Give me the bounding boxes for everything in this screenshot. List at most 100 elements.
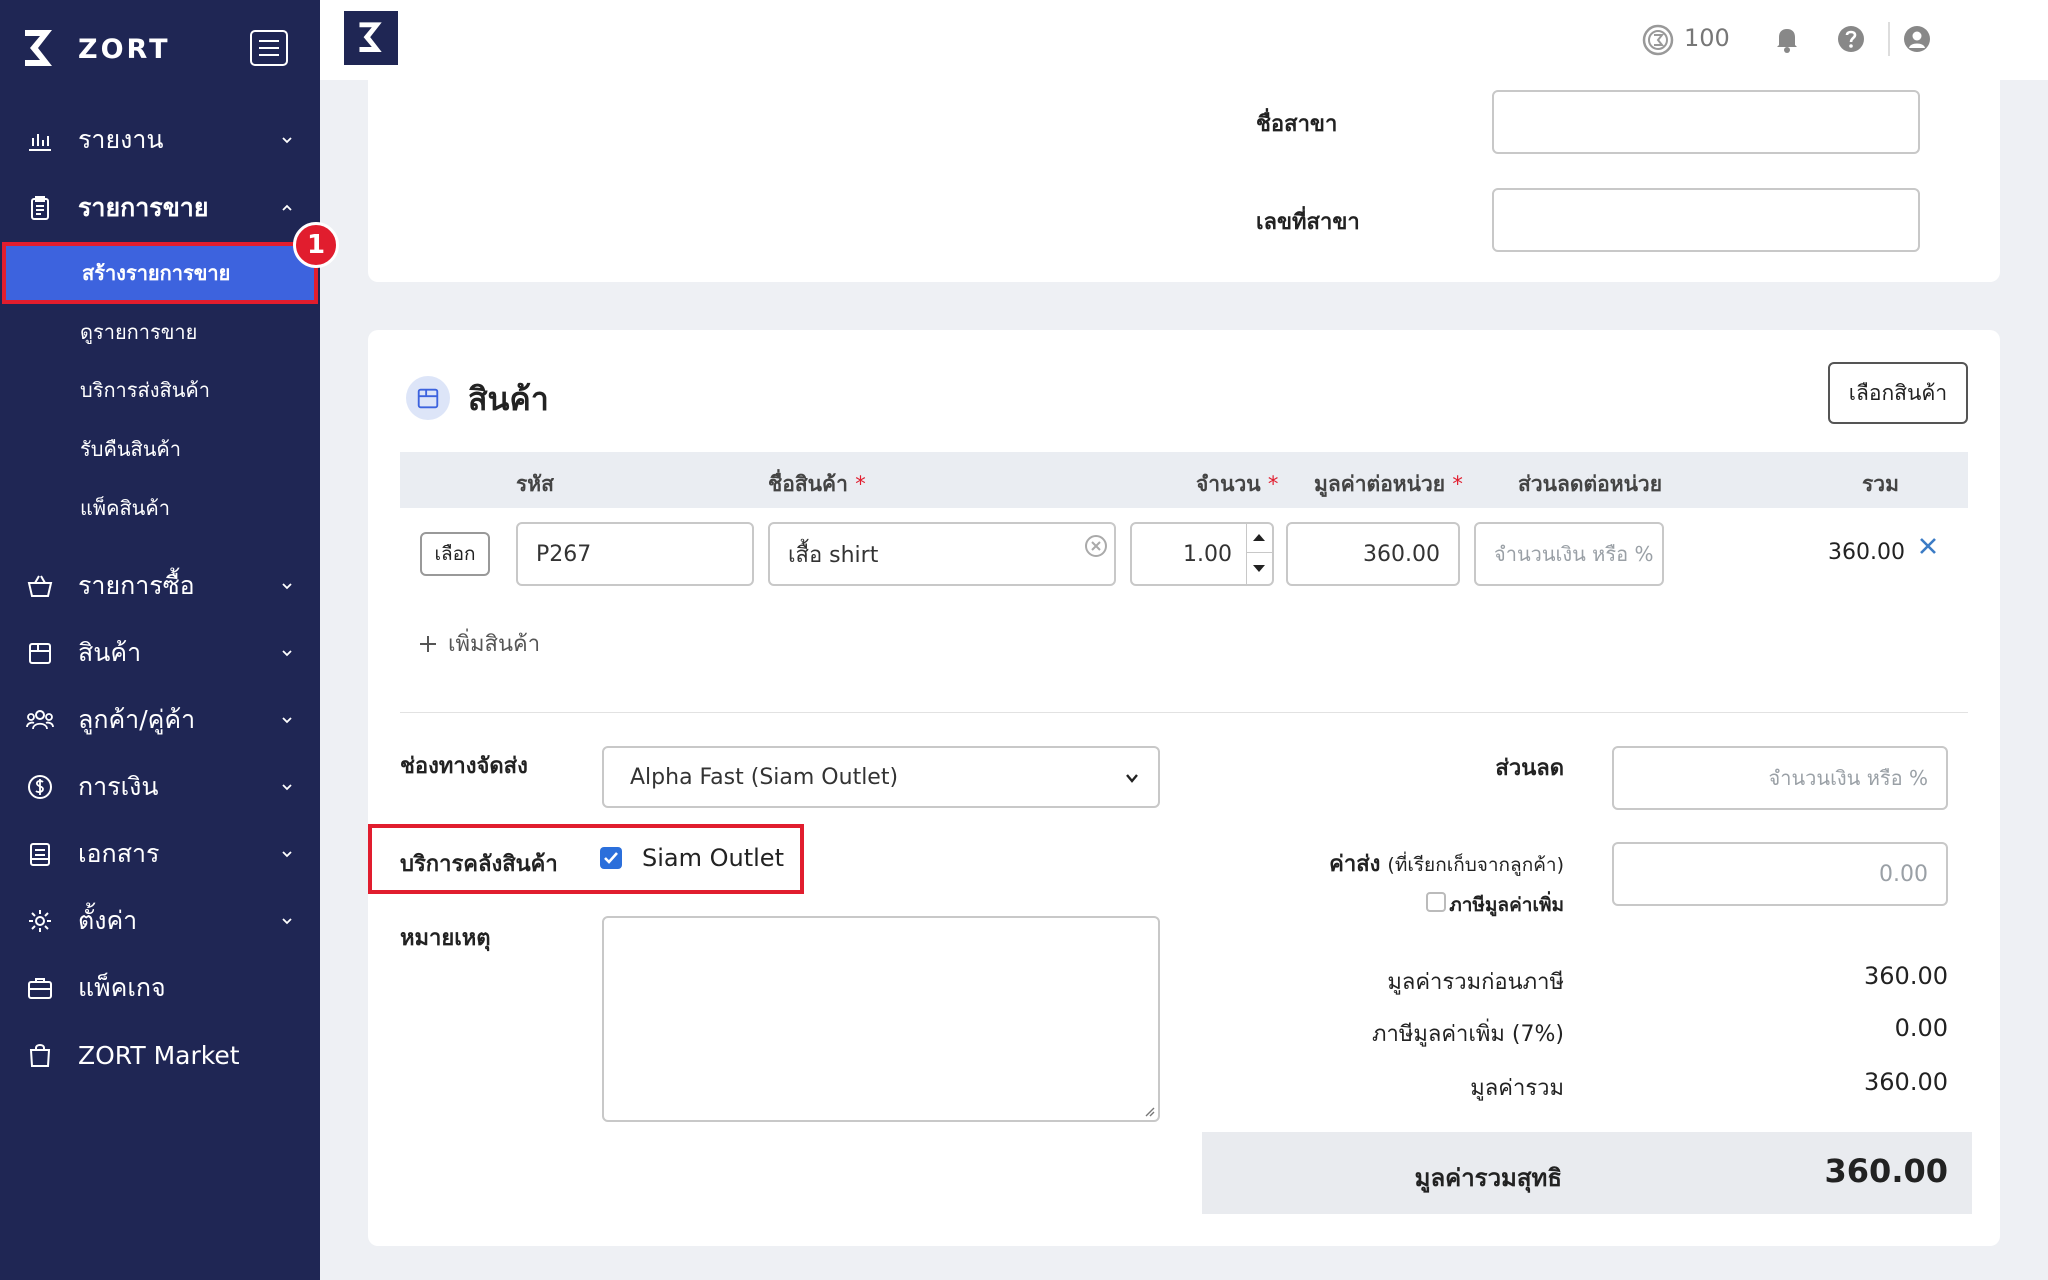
- required-mark: *: [855, 472, 866, 496]
- discount-per-unit-input[interactable]: จำนวนเงิน หรือ %: [1474, 522, 1664, 586]
- topbar: 100: [320, 0, 2048, 80]
- coin-icon[interactable]: [1642, 24, 1674, 56]
- total-value: 360.00: [1864, 1068, 1948, 1096]
- shipping-channel-select[interactable]: Alpha Fast (Siam Outlet): [602, 746, 1160, 808]
- warehouse-option-label[interactable]: Siam Outlet: [642, 844, 784, 872]
- sidebar-item-package[interactable]: แพ็คเกจ: [0, 958, 320, 1018]
- net-total-label: มูลค่ารวมสุทธิ: [1414, 1164, 1562, 1192]
- column-header-unit-price: มูลค่าต่อหน่วย *: [1314, 468, 1463, 501]
- menu-toggle-icon[interactable]: [250, 30, 288, 66]
- basket-icon: [27, 575, 53, 597]
- vat-checkbox-label: ภาษีมูลค่าเพิ่ม: [1449, 894, 1564, 916]
- select-row-button[interactable]: เลือก: [420, 532, 490, 576]
- required-mark: *: [1267, 472, 1279, 496]
- row-total: 360.00: [1828, 540, 1905, 565]
- before-tax-label: มูลค่ารวมก่อนภาษี: [1387, 970, 1564, 995]
- remove-row-icon[interactable]: [1918, 536, 1938, 556]
- sidebar-item-finance[interactable]: การเงิน: [0, 757, 320, 817]
- column-header-text: มูลค่าต่อหน่วย: [1314, 472, 1446, 496]
- column-header-text: จำนวน: [1196, 472, 1261, 496]
- stepper-down-icon[interactable]: [1251, 562, 1267, 576]
- branch-number-label: เลขที่สาขา: [1256, 210, 1360, 235]
- briefcase-icon: [28, 978, 52, 999]
- sidebar-subitem-returns[interactable]: รับคืนสินค้า: [0, 421, 320, 477]
- choose-product-button[interactable]: เลือกสินค้า: [1828, 362, 1968, 424]
- unit-price-input[interactable]: 360.00: [1286, 522, 1460, 586]
- sidebar-item-products[interactable]: สินค้า: [0, 623, 320, 683]
- sidebar-subitem-view-sales[interactable]: ดูรายการขาย: [0, 304, 320, 360]
- clear-icon[interactable]: [1084, 534, 1108, 558]
- bar-chart-icon: [29, 134, 51, 151]
- product-code-input[interactable]: P267: [516, 522, 754, 586]
- sidebar-item-documents[interactable]: เอกสาร: [0, 824, 320, 884]
- required-mark: *: [1452, 472, 1463, 496]
- sidebar-subitem-label: ดูรายการขาย: [80, 320, 198, 344]
- box-icon: [417, 388, 439, 409]
- check-icon: [604, 852, 618, 864]
- divider: [400, 712, 1968, 713]
- vat-checkbox[interactable]: [1426, 892, 1446, 912]
- stepper-buttons[interactable]: [1246, 522, 1273, 584]
- sidebar-subitem-create-sale[interactable]: สร้างรายการขาย: [2, 242, 318, 304]
- add-product-button[interactable]: เพิ่มสินค้า: [418, 626, 540, 661]
- sidebar-item-label: รายงาน: [78, 125, 164, 154]
- dollar-icon: [28, 775, 52, 799]
- brand-name: ZORT: [78, 33, 171, 65]
- column-header-code: รหัส: [516, 472, 554, 496]
- user-icon[interactable]: [1902, 24, 1932, 54]
- discount-input[interactable]: จำนวนเงิน หรือ %: [1612, 746, 1948, 810]
- sidebar-item-reports[interactable]: รายงาน: [0, 110, 320, 170]
- shipping-fee-label: ค่าส่ง (ที่เรียกเก็บจากลูกค้า): [1329, 846, 1564, 881]
- sidebar-subitem-label: รับคืนสินค้า: [80, 437, 181, 461]
- products-section-title: สินค้า: [468, 380, 549, 418]
- chevron-down-icon: [282, 717, 292, 724]
- column-header-name: ชื่อสินค้า *: [768, 468, 866, 501]
- chevron-down-icon: [282, 851, 292, 858]
- product-name-input[interactable]: เสื้อ shirt: [768, 522, 1116, 586]
- sidebar-subitem-label: แพ็คสินค้า: [80, 496, 170, 520]
- shipping-fee-input[interactable]: 0.00: [1612, 842, 1948, 906]
- shopping-bag-icon: [29, 1044, 51, 1067]
- column-header-total: รวม: [1862, 472, 1899, 496]
- brand[interactable]: ZORT: [22, 24, 171, 74]
- stepper-up-icon[interactable]: [1251, 530, 1267, 544]
- bell-icon[interactable]: [1772, 24, 1802, 54]
- warehouse-service-label: บริการคลังสินค้า: [400, 852, 558, 877]
- branch-name-label: ชื่อสาขา: [1256, 112, 1338, 137]
- vat-value: 0.00: [1894, 1014, 1948, 1042]
- note-textarea[interactable]: [602, 916, 1160, 1122]
- branch-name-input[interactable]: [1492, 90, 1920, 154]
- chevron-up-icon: [282, 204, 292, 211]
- chevron-down-icon: [282, 918, 292, 925]
- column-header-qty: จำนวน *: [1196, 468, 1278, 501]
- shipping-channel-label: ช่องทางจัดส่ง: [400, 754, 528, 779]
- sidebar-item-sales[interactable]: รายการขาย: [0, 178, 320, 238]
- sidebar-item-zort-market[interactable]: ZORT Market: [0, 1025, 320, 1085]
- sidebar-item-settings[interactable]: ตั้งค่า: [0, 891, 320, 951]
- sidebar-item-label: รายการซื้อ: [78, 571, 195, 600]
- sidebar-subitem-label: บริการส่งสินค้า: [80, 378, 210, 402]
- resize-handle-icon[interactable]: [1143, 1105, 1155, 1117]
- sidebar-item-label: ZORT Market: [78, 1040, 240, 1070]
- branch-number-input[interactable]: [1492, 188, 1920, 252]
- sidebar-item-label: เอกสาร: [78, 839, 160, 868]
- sidebar-subitem-packing[interactable]: แพ็คสินค้า: [0, 480, 320, 536]
- sidebar-item-label: สินค้า: [78, 638, 142, 667]
- sidebar: ZORT รายงาน รายการขาย สร้างรายการขาย 1 ด…: [0, 0, 339, 1280]
- home-logo[interactable]: [344, 11, 398, 65]
- sidebar-item-customers[interactable]: ลูกค้า/คู่ค้า: [0, 690, 320, 750]
- net-total-value: 360.00: [1824, 1152, 1948, 1190]
- chevron-down-icon: [282, 650, 292, 657]
- chevron-down-icon: [282, 583, 292, 590]
- chevron-down-icon: [282, 784, 292, 791]
- before-tax-value: 360.00: [1864, 962, 1948, 990]
- sidebar-item-purchases[interactable]: รายการซื้อ: [0, 556, 320, 616]
- clipboard-icon: [31, 196, 49, 220]
- product-table-header: รหัส ชื่อสินค้า * จำนวน * มูลค่าต่อหน่วย…: [400, 452, 1968, 508]
- discount-label: ส่วนลด: [1495, 756, 1564, 781]
- help-icon[interactable]: [1836, 24, 1866, 54]
- shipping-channel-value: Alpha Fast (Siam Outlet): [630, 764, 899, 790]
- shipping-fee-label-text: ค่าส่ง: [1329, 852, 1381, 877]
- warehouse-checkbox[interactable]: [600, 847, 622, 869]
- sidebar-subitem-shipping-service[interactable]: บริการส่งสินค้า: [0, 362, 320, 418]
